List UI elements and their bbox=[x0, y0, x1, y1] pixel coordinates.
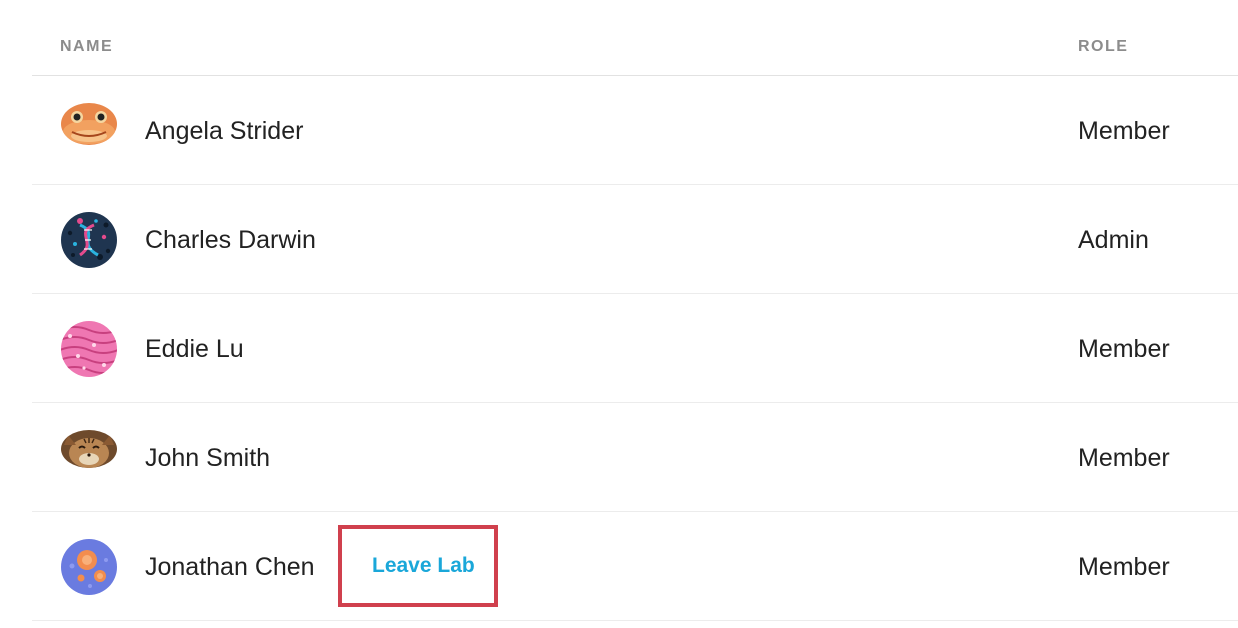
avatar bbox=[60, 429, 118, 487]
avatar bbox=[60, 538, 118, 596]
table-row: Jonathan Chen Leave Lab Member bbox=[32, 512, 1238, 621]
member-name: Angela Strider bbox=[145, 117, 304, 145]
avatar bbox=[60, 102, 118, 160]
member-role: Member bbox=[1078, 553, 1170, 581]
table-row: Charles Darwin Admin bbox=[32, 185, 1238, 294]
leave-lab-link[interactable]: Leave Lab bbox=[372, 554, 475, 578]
leave-lab-highlight: Leave Lab bbox=[338, 525, 498, 607]
member-role: Member bbox=[1078, 444, 1170, 472]
member-role: Member bbox=[1078, 117, 1170, 145]
member-role: Member bbox=[1078, 335, 1170, 363]
gecko-icon bbox=[61, 103, 117, 145]
member-name: John Smith bbox=[145, 444, 271, 472]
table-row: Angela Strider Member bbox=[32, 76, 1238, 185]
avatar bbox=[60, 320, 118, 378]
pink-pattern-icon bbox=[61, 321, 117, 377]
cells-icon bbox=[61, 539, 117, 595]
column-header-name: NAME bbox=[60, 38, 114, 55]
table-row: John Smith Member bbox=[32, 403, 1238, 512]
avatar bbox=[60, 211, 118, 269]
member-name: Charles Darwin bbox=[145, 226, 316, 254]
table-row: Eddie Lu Member bbox=[32, 294, 1238, 403]
members-table: NAME ROLE Angela Strider Member Charles … bbox=[32, 0, 1238, 621]
member-role: Admin bbox=[1078, 226, 1149, 254]
table-header: NAME ROLE bbox=[32, 0, 1238, 76]
dna-icon bbox=[61, 212, 117, 268]
member-name: Eddie Lu bbox=[145, 335, 244, 363]
cat-icon bbox=[61, 430, 117, 468]
member-name: Jonathan Chen bbox=[145, 553, 315, 581]
column-header-role: ROLE bbox=[1078, 38, 1129, 55]
